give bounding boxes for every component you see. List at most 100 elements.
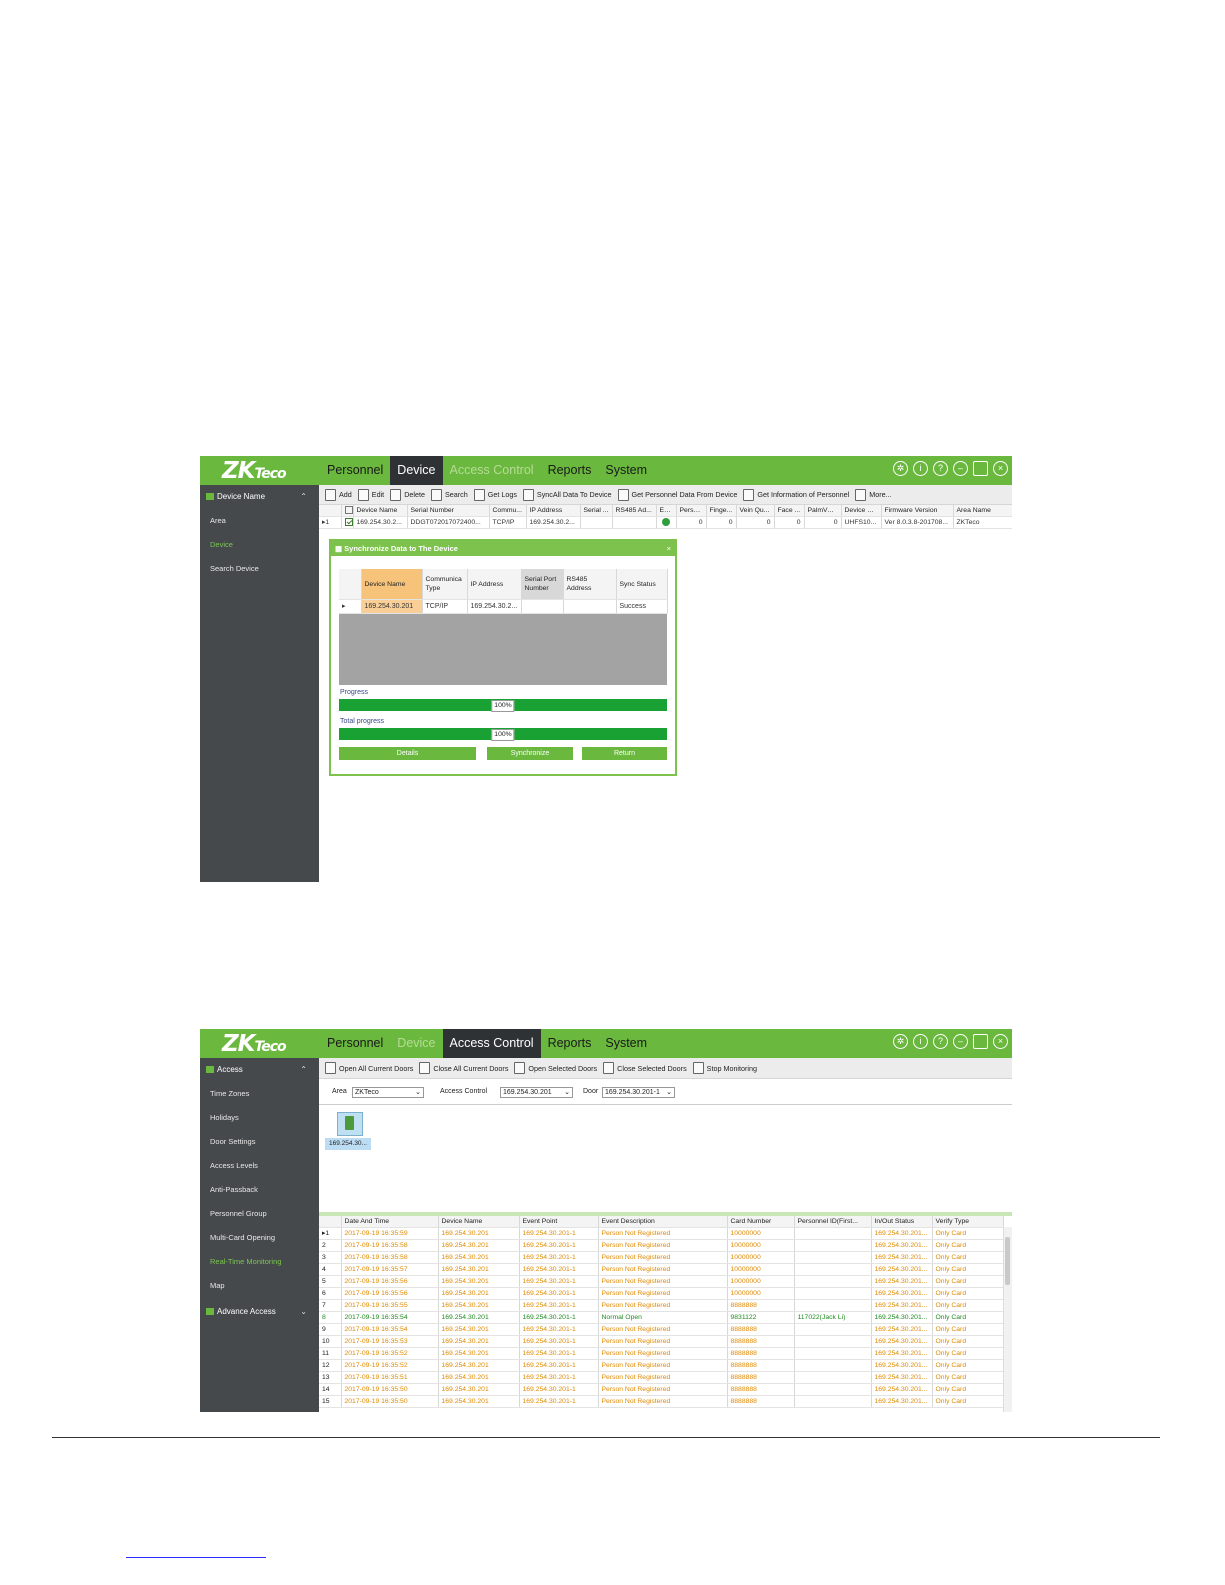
delete-button[interactable]: Delete: [390, 488, 425, 501]
sidebar-item-holidays[interactable]: Holidays: [200, 1106, 319, 1130]
scrollbar-thumb[interactable]: [1005, 1237, 1010, 1285]
settings-icon[interactable]: ✲: [893, 461, 908, 476]
collapse-icon[interactable]: ⌃: [300, 1058, 307, 1082]
event-row[interactable]: 10 2017-09-19 16:35:53 169.254.30.201 169.2…: [319, 1335, 1004, 1348]
column-header[interactable]: PalmVei...: [804, 505, 842, 517]
details-button[interactable]: Details: [339, 747, 476, 760]
event-row[interactable]: 15 2017-09-19 16:35:50 169.254.30.201 169.2…: [319, 1395, 1004, 1408]
more-button[interactable]: More...: [855, 488, 892, 501]
sidebar-item-device[interactable]: Device: [200, 533, 319, 557]
door-icon[interactable]: [337, 1112, 363, 1136]
sidebar-item-personnel-group[interactable]: Personnel Group: [200, 1202, 319, 1226]
nav-system[interactable]: System: [598, 456, 654, 485]
nav-access-control[interactable]: Access Control: [443, 456, 541, 485]
dialog-column-header[interactable]: Sync Status: [616, 569, 668, 600]
sidebar-item-time-zones[interactable]: Time Zones: [200, 1082, 319, 1106]
column-header[interactable]: Verify Type: [932, 1216, 1004, 1228]
get-information-of-personnel-button[interactable]: Get Information of Personnel: [743, 488, 849, 501]
column-header[interactable]: Card Number: [727, 1216, 795, 1228]
dialog-column-header[interactable]: Device Name: [361, 569, 423, 600]
column-header[interactable]: Ena...: [656, 505, 677, 517]
dialog-column-header[interactable]: Serial Port Number: [521, 569, 564, 600]
maximize-icon[interactable]: [973, 461, 988, 476]
search-button[interactable]: Search: [430, 488, 468, 501]
column-header[interactable]: In/Out Status: [871, 1216, 933, 1228]
column-header[interactable]: Serial Number: [407, 505, 490, 517]
row-select[interactable]: [341, 516, 354, 529]
column-header[interactable]: Date And Time: [341, 1216, 439, 1228]
sidebar-section-access[interactable]: Access ⌃: [200, 1058, 319, 1082]
expand-icon[interactable]: ⌄: [300, 1300, 307, 1324]
door-select[interactable]: 169.254.30.201-1 ⌄: [602, 1087, 675, 1098]
nav-device[interactable]: Device: [390, 456, 443, 485]
event-row[interactable]: 12 2017-09-19 16:35:52 169.254.30.201 169.2…: [319, 1359, 1004, 1372]
synchronize-button[interactable]: Synchronize: [487, 747, 573, 760]
get-personnel-data-from-device-button[interactable]: Get Personnel Data From Device: [617, 488, 737, 501]
column-header[interactable]: Commu...: [489, 505, 527, 517]
select-all-header[interactable]: [341, 505, 354, 517]
info-icon[interactable]: i: [913, 461, 928, 476]
help-icon[interactable]: ?: [933, 1034, 948, 1049]
column-header[interactable]: Area Name: [953, 505, 1012, 517]
stop-monitoring-button[interactable]: Stop Monitoring: [692, 1062, 757, 1074]
return-button[interactable]: Return: [582, 747, 667, 760]
sidebar-item-map[interactable]: Map: [200, 1274, 319, 1298]
column-header[interactable]: Device Name: [353, 505, 408, 517]
collapse-icon[interactable]: ⌃: [300, 485, 307, 509]
dialog-row[interactable]: ▸ 169.254.30.201 TCP/IP 169.254.30.2... Succ…: [339, 599, 668, 614]
column-header[interactable]: Event Point: [519, 1216, 599, 1228]
get-logs-button[interactable]: Get Logs: [473, 488, 517, 501]
info-icon[interactable]: i: [913, 1034, 928, 1049]
area-select[interactable]: ZKTeco ⌄: [352, 1087, 424, 1098]
sidebar-section-advance-access[interactable]: Advance Access ⌄: [200, 1300, 319, 1324]
column-header[interactable]: Personnel ID(First...: [794, 1216, 872, 1228]
event-row[interactable]: 7 2017-09-19 16:35:55 169.254.30.201 169.25…: [319, 1299, 1004, 1312]
events-scrollbar[interactable]: [1003, 1227, 1012, 1412]
nav-personnel[interactable]: Personnel: [320, 456, 390, 485]
minimize-icon[interactable]: –: [953, 461, 968, 476]
event-row[interactable]: 14 2017-09-19 16:35:50 169.254.30.201 169.2…: [319, 1383, 1004, 1396]
select-all-checkbox[interactable]: [344, 506, 352, 515]
close-icon[interactable]: ×: [993, 1034, 1008, 1049]
column-header[interactable]: IP Address: [526, 505, 581, 517]
open-all-current-doors-button[interactable]: Open All Current Doors: [325, 1062, 413, 1074]
dialog-column-header[interactable]: IP Address: [467, 569, 522, 600]
row-checkbox[interactable]: [344, 518, 352, 527]
sidebar-item-access-levels[interactable]: Access Levels: [200, 1154, 319, 1178]
nav-personnel[interactable]: Personnel: [320, 1029, 390, 1058]
event-row[interactable]: ▸1 2017-09-19 16:35:59 169.254.30.201 169.2…: [319, 1227, 1004, 1240]
open-selected-doors-button[interactable]: Open Selected Doors: [514, 1062, 597, 1074]
column-header[interactable]: Finge...: [706, 505, 737, 517]
sidebar-section-device[interactable]: Device Name ⌃: [200, 485, 319, 509]
edit-button[interactable]: Edit: [357, 488, 384, 501]
nav-access-control[interactable]: Access Control: [442, 1029, 541, 1058]
column-header[interactable]: Perso...: [676, 505, 707, 517]
column-header[interactable]: RS485 Ad...: [612, 505, 657, 517]
column-header[interactable]: Event Description: [598, 1216, 728, 1228]
sidebar-item-search-device[interactable]: Search Device: [200, 557, 319, 581]
event-row[interactable]: 5 2017-09-19 16:35:56 169.254.30.201 169.25…: [319, 1275, 1004, 1288]
nav-reports[interactable]: Reports: [541, 1029, 599, 1058]
dialog-column-header[interactable]: RS485 Address: [563, 569, 617, 600]
dialog-column-header[interactable]: Communica Type: [422, 569, 468, 600]
sidebar-item-area[interactable]: Area: [200, 509, 319, 533]
column-header[interactable]: Device M...: [841, 505, 882, 517]
access-control-select[interactable]: 169.254.30.201 ⌄: [500, 1087, 573, 1098]
help-icon[interactable]: ?: [933, 461, 948, 476]
close-icon[interactable]: ×: [993, 461, 1008, 476]
restore-icon[interactable]: [973, 1034, 988, 1049]
column-header[interactable]: Face ...: [774, 505, 805, 517]
add-button[interactable]: Add: [325, 488, 352, 501]
nav-reports[interactable]: Reports: [541, 456, 599, 485]
syncall-data-to-device-button[interactable]: SyncAll Data To Device: [522, 488, 612, 501]
sidebar-item-real-time-monitoring[interactable]: Real-Time Monitoring: [200, 1250, 319, 1274]
event-row[interactable]: 2 2017-09-19 16:35:58 169.254.30.201 169.25…: [319, 1239, 1004, 1252]
settings-icon[interactable]: ✲: [893, 1034, 908, 1049]
event-row[interactable]: 8 2017-09-19 16:35:54 169.254.30.201 169.25…: [319, 1311, 1004, 1324]
sidebar-item-multi-card-opening[interactable]: Multi-Card Opening: [200, 1226, 319, 1250]
minimize-icon[interactable]: –: [953, 1034, 968, 1049]
event-row[interactable]: 11 2017-09-19 16:35:52 169.254.30.201 169.2…: [319, 1347, 1004, 1360]
table-row[interactable]: ▸1 169.254.30.2... DDGT072017072400... TCP/…: [319, 516, 1012, 529]
event-row[interactable]: 9 2017-09-19 16:35:54 169.254.30.201 169.25…: [319, 1323, 1004, 1336]
event-row[interactable]: 3 2017-09-19 16:35:58 169.254.30.201 169.25…: [319, 1251, 1004, 1264]
